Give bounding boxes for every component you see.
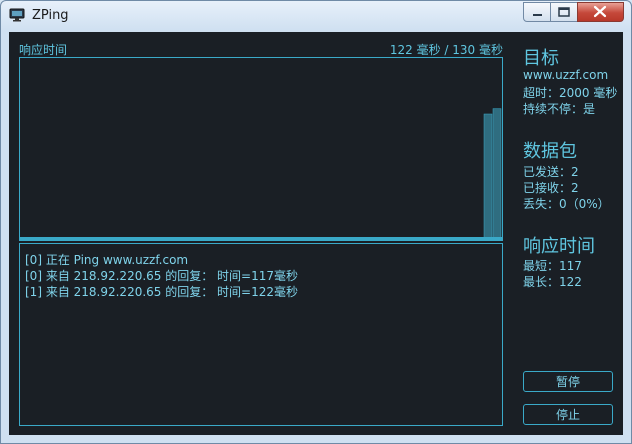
response-min: 最短：117	[523, 259, 582, 273]
response-time-graph	[19, 57, 503, 241]
client-area: 响应时间 122 毫秒 / 130 毫秒 [0] 正在 Ping www.uzz…	[9, 32, 623, 435]
close-icon	[593, 5, 607, 18]
log-line: [1] 来自 218.92.220.65 的回复： 时间=122毫秒	[25, 285, 299, 299]
response-bar	[492, 108, 502, 240]
log-line: [0] 来自 218.92.220.65 的回复： 时间=117毫秒	[25, 269, 299, 283]
window-title: ZPing	[32, 8, 69, 23]
minimize-icon	[533, 14, 542, 16]
minimize-button[interactable]	[523, 2, 551, 22]
target-host: www.uzzf.com	[523, 68, 609, 82]
stop-button[interactable]: 停止	[523, 404, 613, 425]
response-heading: 响应时间	[523, 236, 595, 257]
packets-received: 已接收：2	[523, 181, 579, 195]
target-continuous: 持续不停：是	[523, 102, 596, 116]
monitor-icon	[9, 8, 25, 22]
pause-button[interactable]: 暂停	[523, 371, 613, 392]
title-bar[interactable]: ZPing	[1, 1, 631, 31]
packets-heading: 数据包	[523, 141, 577, 162]
packets-lost: 丢失：0（0%）	[523, 197, 610, 211]
log-line: [0] 正在 Ping www.uzzf.com	[25, 253, 189, 267]
app-window: ZPing 响应时间 122 毫秒 / 130 毫秒 [0] 正在 Ping w…	[0, 0, 632, 444]
target-timeout: 超时：2000 毫秒	[523, 86, 618, 100]
graph-baseline	[20, 237, 502, 240]
target-heading: 目标	[523, 48, 559, 69]
graph-stats: 122 毫秒 / 130 毫秒	[389, 43, 503, 57]
ping-log[interactable]: [0] 正在 Ping www.uzzf.com [0] 来自 218.92.2…	[19, 243, 503, 426]
graph-canvas	[20, 108, 502, 240]
response-bar	[483, 113, 493, 240]
packets-sent: 已发送：2	[523, 165, 579, 179]
graph-label: 响应时间	[19, 43, 68, 57]
response-max: 最长：122	[523, 275, 582, 289]
maximize-icon	[558, 7, 570, 17]
maximize-button[interactable]	[550, 2, 578, 22]
close-button[interactable]	[577, 2, 624, 22]
